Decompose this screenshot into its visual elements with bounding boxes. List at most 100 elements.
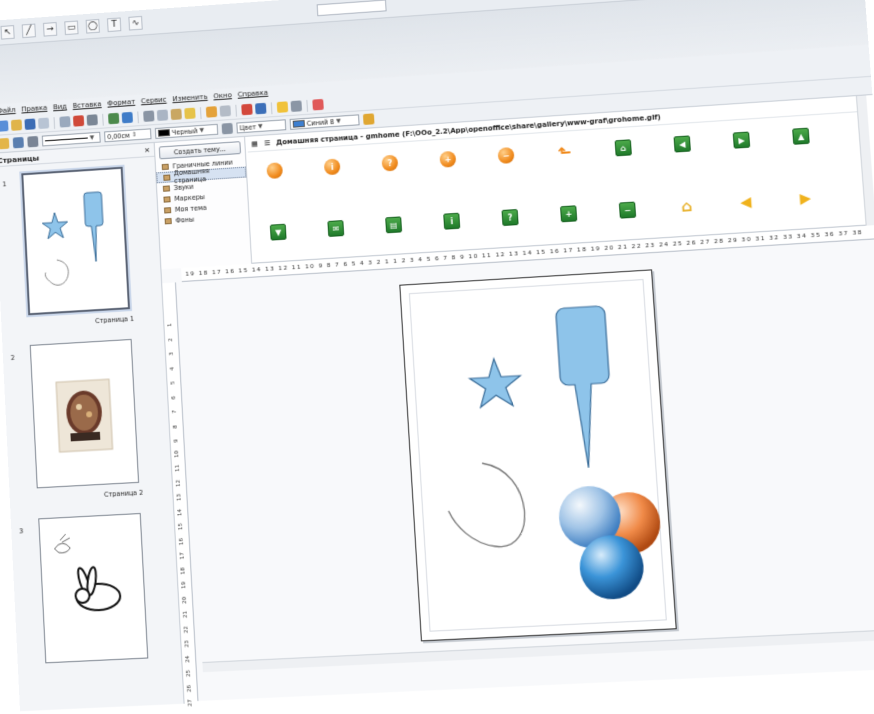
table-icon[interactable] bbox=[255, 102, 267, 115]
menu-file[interactable]: Файл bbox=[0, 106, 16, 115]
gallery-scrollbar[interactable] bbox=[855, 95, 874, 226]
spellcheck-icon[interactable] bbox=[108, 112, 120, 125]
left-square-icon[interactable]: ◀ bbox=[673, 135, 691, 153]
slide-thumbnail-2[interactable] bbox=[29, 338, 140, 489]
vertical-ruler-tick-label: 21 bbox=[182, 610, 189, 619]
rectangle-tool-icon[interactable]: ▭ bbox=[64, 20, 79, 35]
line-width-field[interactable]: 0,00см ⇕ bbox=[104, 128, 152, 143]
right-square-icon[interactable]: ▶ bbox=[732, 131, 751, 149]
line-style-select[interactable]: ▼ bbox=[41, 131, 101, 147]
ellipse-tool-icon[interactable]: ◯ bbox=[85, 18, 100, 34]
toolbar-separator bbox=[306, 99, 309, 112]
icon-view-icon[interactable]: ▦ bbox=[251, 139, 258, 147]
back-arrow-icon[interactable]: ⬑ bbox=[556, 142, 573, 162]
area-color-swatch bbox=[292, 119, 305, 128]
star-shape bbox=[469, 357, 523, 407]
copy-icon[interactable] bbox=[156, 109, 169, 122]
line-color-select[interactable]: Черный ▼ bbox=[154, 123, 219, 139]
close-icon[interactable]: × bbox=[144, 145, 151, 154]
menu-view[interactable]: Вид bbox=[53, 103, 67, 112]
undo-icon[interactable] bbox=[205, 106, 218, 118]
page-number: 3 bbox=[19, 527, 24, 536]
zoom-icon[interactable] bbox=[290, 100, 303, 112]
slide-canvas[interactable] bbox=[399, 269, 677, 642]
vertical-ruler-tick-label: 12 bbox=[175, 479, 182, 487]
vertical-ruler-tick-label: 1 bbox=[167, 322, 174, 327]
slide-thumbnail-1[interactable] bbox=[21, 166, 130, 316]
text-tool-icon[interactable]: T bbox=[106, 16, 122, 32]
chart-icon[interactable] bbox=[241, 103, 253, 116]
minus-ball-icon[interactable]: − bbox=[497, 146, 515, 165]
orange-ball-icon[interactable] bbox=[266, 162, 284, 180]
arrow-style-icon[interactable] bbox=[27, 135, 39, 148]
vertical-ruler-tick-label: 26 bbox=[186, 684, 193, 692]
detail-view-icon[interactable]: ☰ bbox=[264, 139, 271, 147]
theme-folder-icon bbox=[163, 206, 172, 214]
area-icon[interactable] bbox=[221, 122, 233, 135]
menu-edit[interactable]: Правка bbox=[21, 104, 47, 114]
select-arrow-icon[interactable]: ↖ bbox=[0, 24, 15, 40]
area-color-select[interactable]: Синий 8 ▼ bbox=[289, 114, 360, 130]
menu-tools[interactable]: Сервис bbox=[141, 96, 167, 106]
line-icon[interactable] bbox=[12, 136, 24, 149]
theme-item-label: Звуки bbox=[173, 182, 194, 192]
menu-modify[interactable]: Изменить bbox=[172, 93, 208, 103]
help-square-icon[interactable]: ? bbox=[501, 208, 519, 227]
print-icon[interactable] bbox=[86, 114, 98, 126]
plus-square-icon[interactable]: + bbox=[560, 205, 578, 223]
slide-label: Страница 2 bbox=[103, 488, 144, 499]
left-arrow-icon[interactable]: ◀ bbox=[737, 194, 755, 211]
info-ball-icon[interactable]: i bbox=[323, 158, 341, 176]
theme-folder-icon bbox=[162, 184, 171, 192]
vertical-ruler-tick-label: 20 bbox=[181, 596, 189, 604]
save-square-icon[interactable]: ▤ bbox=[385, 216, 403, 234]
slide-label: Страница 1 bbox=[95, 314, 135, 326]
arrow-line-tool-icon[interactable]: → bbox=[42, 21, 58, 37]
new-document-icon[interactable] bbox=[0, 120, 9, 132]
open-folder-icon[interactable] bbox=[10, 119, 23, 131]
menu-format[interactable]: Формат bbox=[107, 98, 135, 108]
vertical-ruler-tick-label: 8 bbox=[172, 424, 179, 429]
zoom-field[interactable] bbox=[316, 0, 387, 16]
house-icon[interactable]: ⌂ bbox=[678, 197, 695, 216]
page-number: 2 bbox=[10, 353, 16, 363]
area-style-select[interactable]: Цвет ▼ bbox=[236, 119, 287, 134]
email-icon[interactable] bbox=[38, 117, 50, 130]
vertical-ruler-tick-label: 16 bbox=[178, 537, 186, 545]
slide-thumbnail-3[interactable] bbox=[38, 512, 149, 664]
cut-icon[interactable] bbox=[143, 110, 155, 122]
vertical-ruler-tick-label: 15 bbox=[177, 522, 185, 531]
shadow-icon[interactable] bbox=[362, 113, 375, 125]
right-arrow-icon[interactable]: ▶ bbox=[797, 190, 815, 207]
styles-icon[interactable] bbox=[0, 137, 10, 150]
edit-file-icon[interactable] bbox=[59, 116, 71, 128]
home-square-icon[interactable]: ⌂ bbox=[614, 139, 632, 157]
info-square-icon[interactable]: i bbox=[443, 212, 461, 230]
menu-insert[interactable]: Вставка bbox=[72, 100, 101, 110]
curve-tool-icon[interactable]: ∿ bbox=[128, 15, 143, 31]
callout-shape bbox=[556, 306, 616, 469]
page-number: 1 bbox=[2, 180, 7, 189]
help-ball-icon[interactable]: ? bbox=[381, 154, 399, 172]
up-square-icon[interactable]: ▲ bbox=[792, 127, 810, 145]
autospell-icon[interactable] bbox=[121, 111, 133, 124]
paste-icon[interactable] bbox=[170, 108, 182, 121]
line-tool-icon[interactable]: ╱ bbox=[21, 23, 36, 38]
export-pdf-icon[interactable] bbox=[72, 115, 85, 127]
plus-ball-icon[interactable]: + bbox=[439, 150, 457, 168]
menu-window[interactable]: Окно bbox=[213, 91, 232, 100]
slide-1-preview bbox=[23, 169, 128, 313]
vertical-ruler-tick-label: 2 bbox=[168, 337, 175, 342]
redo-icon[interactable] bbox=[219, 105, 232, 117]
save-icon[interactable] bbox=[24, 118, 36, 130]
navigator-icon[interactable] bbox=[276, 101, 289, 113]
slides-pane-title-text: Страницы bbox=[0, 153, 40, 166]
mail-square-icon[interactable]: ✉ bbox=[327, 220, 345, 237]
help-icon[interactable] bbox=[312, 98, 324, 111]
vertical-ruler-tick-label: 17 bbox=[179, 552, 186, 560]
format-paintbrush-icon[interactable] bbox=[184, 107, 196, 120]
theme-list: Граничные линии Домашняя страница Звуки … bbox=[156, 156, 249, 227]
menu-help[interactable]: Справка bbox=[237, 89, 268, 99]
down-square-icon[interactable]: ▼ bbox=[269, 223, 287, 241]
minus-square-icon[interactable]: − bbox=[618, 201, 637, 219]
